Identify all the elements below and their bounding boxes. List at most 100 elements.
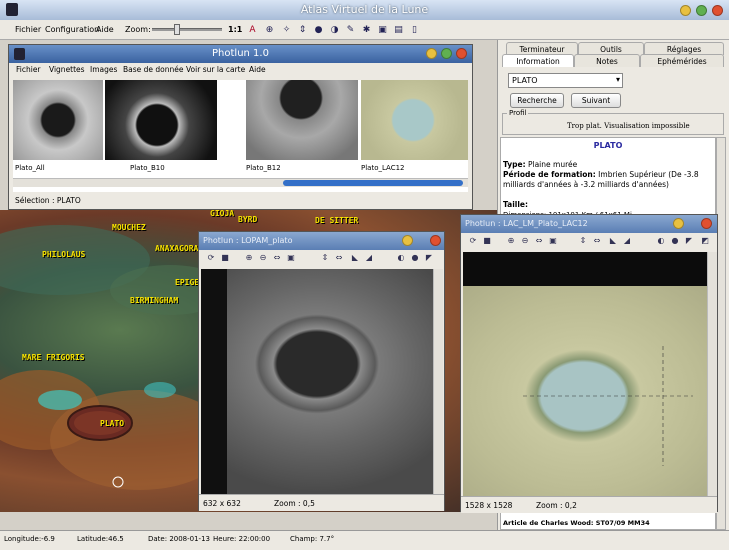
gamma-icon[interactable]: ◤ [423, 252, 435, 264]
photlun-lac-window: Photlun : LAC_LM_Plato_LAC12 ⟳ ■ ⊕ ⊖ ⇔ ▣… [460, 214, 718, 513]
recherche-button[interactable]: Recherche [510, 93, 564, 108]
photlun-menu-fichier[interactable]: Fichier [16, 65, 41, 74]
thumb-scrollbar-thumb[interactable] [283, 180, 463, 186]
save-icon[interactable]: ■ [219, 252, 231, 264]
lac-image[interactable] [463, 252, 707, 286]
document-icon[interactable]: ▯ [408, 23, 421, 36]
moon-icon[interactable]: ● [312, 23, 325, 36]
close-button[interactable] [712, 5, 723, 16]
lac-toolbar: ⟳ ■ ⊕ ⊖ ⇔ ▣ ⇕ ⇔ ◣ ◢ ◐ ● ◤ ◩ [461, 233, 717, 250]
lac-title-bar: Photlun : LAC_LM_Plato_LAC12 [461, 215, 717, 233]
contrast-icon[interactable]: ◐ [395, 252, 407, 264]
photlun-menu-voir[interactable]: Voir sur la carte [186, 65, 245, 74]
lac-save-icon[interactable]: ■ [481, 235, 493, 247]
photlun-main-title: Photlun 1.0 [212, 48, 269, 59]
photlun-menu-images[interactable]: Images [90, 65, 117, 74]
thumb-scrollbar[interactable] [13, 178, 468, 187]
lac-invert-icon[interactable]: ● [669, 235, 681, 247]
lac-contrast-icon[interactable]: ◐ [655, 235, 667, 247]
photlun-minimize-button[interactable] [426, 48, 437, 59]
info-periode: Période de formation: Imbrien Supérieur … [503, 170, 699, 189]
maximize-button[interactable] [696, 5, 707, 16]
flip-horizontal-icon[interactable]: ⇔ [333, 252, 345, 264]
zoom-slider[interactable] [152, 24, 222, 35]
lac-zoom-in-icon[interactable]: ⊕ [505, 235, 517, 247]
map-label-birmingham: BIRMINGHAM [130, 296, 179, 305]
lac-close-button[interactable] [701, 218, 712, 229]
menu-aide[interactable]: Aide [96, 25, 114, 34]
status-bar: Longitude:-6.9 Latitude:46.5 Date: 2008-… [0, 530, 729, 550]
zoom-out-icon[interactable]: ⊖ [257, 252, 269, 264]
thumb-plato-lac12[interactable] [361, 80, 468, 160]
pen-icon[interactable]: ✎ [344, 23, 357, 36]
rotate-left-icon[interactable]: ◣ [349, 252, 361, 264]
lopam-minimize-button[interactable] [402, 235, 413, 246]
lac-flip-horizontal-icon[interactable]: ⇔ [591, 235, 603, 247]
profil-text: Trop plat. Visualisation impossible [567, 122, 690, 130]
zoom-in-icon[interactable]: ⊕ [243, 252, 255, 264]
photlun-menu-aide[interactable]: Aide [249, 65, 266, 74]
thumb-plato-all[interactable] [13, 80, 103, 160]
thumb-plato-b12[interactable] [246, 80, 358, 160]
chevron-down-icon: ▾ [615, 75, 620, 84]
lac-vscroll[interactable] [707, 252, 717, 497]
rotate-icon[interactable]: ⇕ [296, 23, 309, 36]
fullscreen-icon[interactable]: ▣ [285, 252, 297, 264]
menu-fichier[interactable]: Fichier [15, 25, 41, 34]
lopam-toolbar: ⟳ ■ ⊕ ⊖ ⇔ ▣ ⇕ ⇔ ◣ ◢ ◐ ● ◤ [199, 250, 444, 267]
suivant-button[interactable]: Suivant [571, 93, 621, 108]
flip-vertical-icon[interactable]: ⇕ [319, 252, 331, 264]
lac-rotate-left-icon[interactable]: ◣ [607, 235, 619, 247]
lac-fullscreen-icon[interactable]: ▣ [547, 235, 559, 247]
status-longitude: Longitude:-6.9 [4, 535, 55, 543]
lopam-close-button[interactable] [430, 235, 441, 246]
lopam-title: Photlun : LOPAM_plato [203, 236, 293, 245]
lac-rotate-right-icon[interactable]: ◢ [621, 235, 633, 247]
thumb-label-plato-b12: Plato_B12 [246, 164, 281, 172]
lac-gradient-icon[interactable]: ◩ [699, 235, 711, 247]
tab-notes[interactable]: Notes [574, 54, 640, 67]
thumb-label-plato-all: Plato_All [15, 164, 45, 172]
selection-label: Sélection : PLATO [15, 196, 81, 205]
rotate-right-icon[interactable]: ◢ [363, 252, 375, 264]
phase-icon[interactable]: ◑ [328, 23, 341, 36]
font-icon[interactable]: A [246, 23, 259, 36]
main-title-bar: Atlas Virtuel de la Lune [0, 0, 729, 20]
tab-ephemerides[interactable]: Ephémérides [640, 54, 724, 67]
lopam-vscroll[interactable] [433, 269, 443, 494]
lac-gamma-icon[interactable]: ◤ [683, 235, 695, 247]
lac-flip-vertical-icon[interactable]: ⇕ [577, 235, 589, 247]
settings-icon[interactable]: ✱ [360, 23, 373, 36]
thumb-plato-b10[interactable] [105, 80, 217, 160]
tab-information[interactable]: Information [502, 54, 574, 67]
photlun-menu-vignettes[interactable]: Vignettes [49, 65, 85, 74]
map-label-byrd: BYRD [238, 215, 258, 224]
fit-icon[interactable]: ⇔ [271, 252, 283, 264]
camera-icon[interactable]: ▣ [376, 23, 389, 36]
lac-map-image[interactable] [463, 286, 707, 497]
zoom-label: Zoom: [125, 25, 151, 34]
refresh-icon[interactable]: ⟳ [205, 252, 217, 264]
photlun-maximize-button[interactable] [441, 48, 452, 59]
lac-refresh-icon[interactable]: ⟳ [467, 235, 479, 247]
lopam-image[interactable] [201, 269, 433, 494]
lac-minimize-button[interactable] [673, 218, 684, 229]
menu-toolbar: Fichier Configuration Aide Zoom: 1:1 A ⊕… [0, 20, 729, 40]
menu-configuration[interactable]: Configuration [45, 25, 99, 34]
map-label-plato: PLATO [100, 419, 125, 428]
image-icon[interactable]: ▤ [392, 23, 405, 36]
invert-icon[interactable]: ● [409, 252, 421, 264]
map-label-anaxagoras: ANAXAGORAS [155, 244, 204, 253]
minimize-button[interactable] [680, 5, 691, 16]
crosshair-icon[interactable]: ⊕ [263, 23, 276, 36]
photlun-close-button[interactable] [456, 48, 467, 59]
zoom-slider-thumb[interactable] [174, 24, 180, 35]
lac-statusbar: 1528 x 1528 Zoom : 0,2 [461, 496, 717, 513]
info-title: PLATO [593, 141, 623, 150]
compass-icon[interactable]: ✧ [280, 23, 293, 36]
info-article: Article de Charles Wood: ST07/09 MM34 [503, 519, 650, 527]
object-select[interactable]: PLATO ▾ [508, 73, 623, 88]
lac-zoom-out-icon[interactable]: ⊖ [519, 235, 531, 247]
lac-fit-icon[interactable]: ⇔ [533, 235, 545, 247]
photlun-menu-base[interactable]: Base de donnée [123, 65, 184, 74]
